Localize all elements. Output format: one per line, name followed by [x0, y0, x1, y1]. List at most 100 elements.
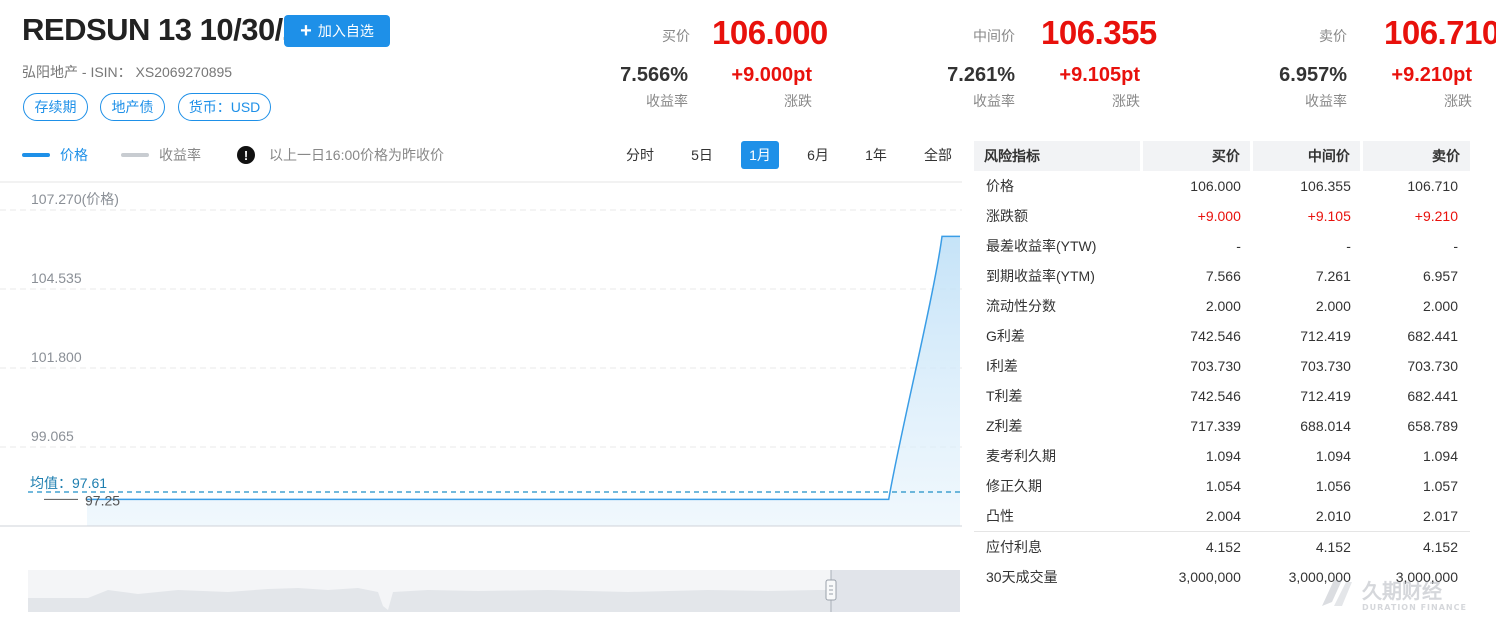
metric-name: 到期收益率(YTM) — [986, 268, 1095, 284]
y-tick-label: 101.800 — [31, 349, 82, 365]
ask-yield: 6.957% — [1279, 64, 1347, 86]
legend-price[interactable]: 价格 — [22, 145, 88, 165]
exclamation-icon: ! — [237, 146, 255, 164]
scroller-selected-range[interactable] — [831, 570, 960, 612]
legend-yield[interactable]: 收益率 — [121, 145, 201, 165]
metric-name: 30天成交量 — [986, 569, 1058, 585]
metric-name: I利差 — [986, 358, 1018, 374]
ask-value: 703.730 — [1407, 358, 1458, 374]
ask-change: +9.210pt — [1391, 64, 1472, 86]
mid-yield-label: 收益率 — [973, 93, 1015, 109]
period-tab-5d[interactable]: 5日 — [684, 141, 720, 169]
table-row: 最差收益率(YTW) - - - — [974, 231, 1470, 261]
table-row: G利差 742.546 712.419 682.441 — [974, 321, 1470, 351]
bid-label: 买价 — [662, 28, 690, 44]
bid-yield: 7.566% — [620, 64, 688, 86]
tag-currency[interactable]: 货币：USD — [178, 93, 271, 121]
metric-name: 应付利息 — [974, 531, 1143, 562]
yield-legend-label: 收益率 — [159, 147, 201, 163]
ask-value: +9.210 — [1414, 208, 1458, 224]
price-legend-label: 价格 — [60, 147, 88, 163]
period-tab-intraday[interactable]: 分时 — [620, 141, 660, 169]
bid-value: 717.339 — [1190, 418, 1241, 434]
add-to-watchlist-button[interactable]: + 加入自选 — [284, 15, 390, 47]
period-tab-6m[interactable]: 6月 — [800, 141, 836, 169]
bid-value: 4.152 — [1142, 531, 1253, 562]
ask-yield-label: 收益率 — [1305, 93, 1347, 109]
ask-value: 682.441 — [1407, 388, 1458, 404]
header-mid: 中间价 — [1252, 141, 1363, 171]
average-label: 均值：97.61 — [30, 475, 107, 491]
bid-value: 742.546 — [1190, 388, 1241, 404]
metric-name: 最差收益率(YTW) — [986, 238, 1097, 254]
ask-value: 1.057 — [1422, 478, 1458, 494]
mid-value: 1.094 — [1315, 448, 1351, 464]
ask-value: 6.957 — [1422, 268, 1458, 284]
mid-yield: 7.261% — [947, 64, 1015, 86]
y-tick-label: 99.065 — [31, 428, 74, 444]
chart-range-scroller[interactable] — [28, 570, 960, 612]
add-to-watchlist-label: 加入自选 — [317, 23, 374, 39]
y-tick-label: 104.535 — [31, 270, 82, 286]
tag-status[interactable]: 存续期 — [23, 93, 88, 121]
mid-value: 2.010 — [1315, 508, 1351, 524]
mid-value: +9.105 — [1307, 208, 1351, 224]
metric-name: 凸性 — [986, 508, 1014, 524]
ask-value: 658.789 — [1407, 418, 1458, 434]
price-chart[interactable]: 2020-07-202020-07-282020-08-052020-08-13… — [0, 180, 962, 530]
period-tab-1y[interactable]: 1年 — [858, 141, 894, 169]
table-row: Z利差 717.339 688.014 658.789 — [974, 411, 1470, 441]
bid-price: 106.000 — [712, 14, 828, 51]
yield-legend-swatch — [121, 153, 149, 157]
ask-value: 682.441 — [1407, 328, 1458, 344]
mid-value: 712.419 — [1300, 328, 1351, 344]
duration-finance-logo: 久期财经 DURATION FINANCE — [1322, 579, 1467, 612]
table-row: 到期收益率(YTM) 7.566 7.261 6.957 — [974, 261, 1470, 291]
bid-change: +9.000pt — [731, 64, 812, 86]
price-area-fill — [87, 236, 960, 526]
table-row: 价格 106.000 106.355 106.710 — [974, 171, 1470, 201]
metric-name: T利差 — [986, 388, 1023, 404]
watermark-en: DURATION FINANCE — [1362, 603, 1467, 612]
mid-value: 7.261 — [1315, 268, 1351, 284]
header-bid: 买价 — [1142, 141, 1253, 171]
bid-value: +9.000 — [1197, 208, 1241, 224]
metric-name: 涨跌额 — [986, 208, 1028, 224]
risk-metrics-table: 风险指标 买价 中间价 卖价 价格 106.000 106.355 106.710 涨跌… — [974, 141, 1470, 592]
header-ask: 卖价 — [1362, 141, 1470, 171]
table-header-row: 风险指标 买价 中间价 卖价 — [974, 141, 1470, 171]
legend-note: ! 以上一日16:00价格为昨收价 — [237, 145, 444, 165]
table-row: T利差 742.546 712.419 682.441 — [974, 381, 1470, 411]
ask-value: 2.000 — [1422, 298, 1458, 314]
mid-value: 703.730 — [1300, 358, 1351, 374]
metric-name: 修正久期 — [986, 478, 1042, 494]
period-tab-1m[interactable]: 1月 — [741, 141, 779, 169]
ask-value: - — [1453, 238, 1458, 254]
tag-sector[interactable]: 地产债 — [100, 93, 165, 121]
watermark-cn: 久期财经 — [1362, 579, 1442, 603]
issuer-isin: 弘阳地产 - ISIN： XS2069270895 — [22, 64, 233, 80]
ask-value: 2.017 — [1422, 508, 1458, 524]
price-legend-swatch — [22, 153, 50, 157]
table-row: 麦考利久期 1.094 1.094 1.094 — [974, 441, 1470, 471]
min-label: 97.25 — [85, 492, 120, 508]
table-row: I利差 703.730 703.730 703.730 — [974, 351, 1470, 381]
metric-name: Z利差 — [986, 418, 1023, 434]
mid-value: 106.355 — [1300, 178, 1351, 194]
mid-price: 106.355 — [1041, 14, 1157, 51]
ask-value: 106.710 — [1407, 178, 1458, 194]
ask-label: 卖价 — [1319, 28, 1347, 44]
metric-name: 价格 — [986, 178, 1014, 194]
header-metric: 风险指标 — [974, 141, 1143, 171]
mid-value: 712.419 — [1300, 388, 1351, 404]
ask-change-label: 涨跌 — [1444, 93, 1472, 109]
bid-value: 106.000 — [1190, 178, 1241, 194]
mid-value: 2.000 — [1315, 298, 1351, 314]
mid-value: 688.014 — [1300, 418, 1351, 434]
mid-value: 4.152 — [1252, 531, 1363, 562]
bid-value: 2.004 — [1205, 508, 1241, 524]
ask-value: 1.094 — [1422, 448, 1458, 464]
period-tab-all[interactable]: 全部 — [917, 141, 959, 169]
table-row: 应付利息 4.152 4.152 4.152 — [974, 531, 1470, 562]
legend-note-text: 以上一日16:00价格为昨收价 — [269, 147, 445, 163]
